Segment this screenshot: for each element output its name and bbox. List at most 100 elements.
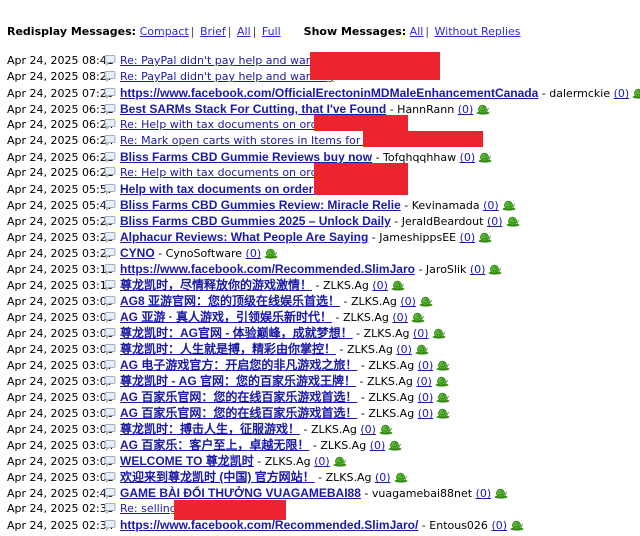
- reply-count-link[interactable]: (0): [360, 423, 376, 436]
- message-bubble-icon: [104, 376, 116, 388]
- message-author: CynoSoftware: [165, 247, 243, 260]
- message-row: Apr 24, 2025 03:06 AG 百家乐官网：您的在线百家乐游戏首选！ …: [7, 389, 640, 405]
- reply-count-link[interactable]: (0): [370, 439, 386, 452]
- reply-count-link[interactable]: (0): [418, 391, 434, 404]
- message-row: Apr 24, 2025 02:38Re: selling -: [7, 501, 640, 517]
- message-title-link[interactable]: 尊龙凯时：人生就是搏，精彩由你掌控！: [120, 342, 336, 356]
- message-date: Apr 24, 2025 06:24: [7, 118, 114, 131]
- message-title-link[interactable]: Help with tax documents on orders: [120, 182, 320, 196]
- message-bubble-icon: [104, 360, 116, 372]
- reply-count-link[interactable]: (0): [372, 279, 388, 292]
- reply-count-link[interactable]: (0): [314, 455, 330, 468]
- message-bubble-icon: [104, 424, 116, 436]
- message-title-link[interactable]: AG 亚游 · 真人游戏，引领娱乐新时代！: [120, 310, 332, 324]
- message-title-link[interactable]: AG8 亚游官网：您的顶级在线娱乐首选！: [120, 294, 340, 308]
- message-bubble-icon: [104, 200, 116, 212]
- message-bubble-icon: [104, 503, 116, 515]
- snail-icon: [394, 472, 408, 483]
- message-author: ZLKS.Ag: [363, 327, 410, 340]
- reply-count-link[interactable]: (0): [396, 343, 412, 356]
- reply-count-link[interactable]: (0): [246, 247, 262, 260]
- message-date: Apr 24, 2025 03:04: [7, 439, 114, 452]
- snail-icon: [510, 520, 524, 531]
- message-row: Apr 24, 2025 03:06 尊龙凯时：搏击人生，征服游戏！ - ZLKS…: [7, 421, 640, 437]
- message-bubble-icon: [104, 248, 116, 260]
- message-title-link[interactable]: WELCOME TO 尊龙凯时: [120, 454, 254, 468]
- message-bubble-icon: [104, 88, 116, 100]
- snail-icon: [415, 344, 429, 355]
- message-title-link[interactable]: Re: Help with tax documents on orders: [120, 166, 335, 179]
- message-title-link[interactable]: 尊龙凯时：搏击人生，征服游戏！: [120, 422, 300, 436]
- snail-icon: [488, 264, 502, 275]
- message-date: Apr 24, 2025 03:03: [7, 455, 114, 468]
- message-bubble-icon: [104, 135, 116, 147]
- message-title-link[interactable]: Best SARMs Stack For Cutting, that I've …: [120, 102, 386, 116]
- message-title-link[interactable]: 尊龙凯时：AG官网 - 体验巅峰，成就梦想！: [120, 326, 353, 340]
- reply-count-link[interactable]: (0): [418, 407, 434, 420]
- reply-count-link[interactable]: (0): [487, 215, 503, 228]
- message-bubble-icon: [104, 296, 116, 308]
- message-row: Apr 24, 2025 03:09 AG 亚游 · 真人游戏，引领娱乐新时代！ …: [7, 309, 640, 325]
- reply-count-link[interactable]: (0): [476, 487, 492, 500]
- redisplay-compact-link[interactable]: Compact: [140, 25, 189, 38]
- redisplay-full-link[interactable]: Full: [262, 25, 281, 38]
- reply-count-link[interactable]: (0): [483, 199, 499, 212]
- reply-count-link[interactable]: (0): [400, 295, 416, 308]
- message-author: ZLKS.Ag: [322, 279, 369, 292]
- message-bubble-icon: [104, 232, 116, 244]
- message-date: Apr 24, 2025 03:08: [7, 327, 114, 340]
- snail-icon: [388, 440, 402, 451]
- message-title-link[interactable]: Re: Mark open carts with stores in Items…: [120, 134, 386, 147]
- message-author: ZLKS.Ag: [342, 311, 389, 324]
- message-title-link[interactable]: Bliss Farms CBD Gummie Reviews buy now: [120, 150, 372, 164]
- message-bubble-icon: [104, 312, 116, 324]
- message-title-link[interactable]: https://www.facebook.com/OfficialErecton…: [120, 86, 538, 100]
- reply-count-link[interactable]: (0): [614, 87, 630, 100]
- message-title-link[interactable]: AG 百家乐官网：您的在线百家乐游戏首选！: [120, 390, 357, 404]
- redisplay-brief-link[interactable]: Brief: [200, 25, 226, 38]
- message-title-link[interactable]: https://www.facebook.com/Recommended.Sli…: [120, 518, 418, 532]
- message-date: Apr 24, 2025 05:57: [7, 183, 114, 196]
- message-title-link[interactable]: GAME BÀI ĐỔI THƯỞNG VUAGAMEBAI88: [120, 486, 361, 500]
- reply-count-link[interactable]: (0): [470, 263, 486, 276]
- reply-count-link[interactable]: (0): [392, 311, 408, 324]
- show-all-link[interactable]: All: [410, 25, 424, 38]
- message-title-link[interactable]: 欢迎来到尊龙凯时 (中国) 官方网站！: [120, 470, 315, 484]
- message-author: ZLKS.Ag: [346, 343, 393, 356]
- message-date: Apr 24, 2025 03:16: [7, 263, 114, 276]
- show-without-replies-link[interactable]: Without Replies: [435, 25, 521, 38]
- message-row: Apr 24, 2025 06:24 Re: Mark open carts wi…: [7, 133, 640, 149]
- reply-count-link[interactable]: (0): [491, 519, 507, 532]
- message-title-link[interactable]: AG 百家乐：客户至上，卓越无限！: [120, 438, 309, 452]
- message-row: Apr 24, 2025 02:48 GAME BÀI ĐỔI THƯỞNG VU…: [7, 485, 640, 501]
- redaction-box: [314, 115, 408, 131]
- message-title-link[interactable]: 尊龙凯时，尽情释放你的游戏激情！: [120, 278, 312, 292]
- message-date: Apr 24, 2025 03:07: [7, 375, 114, 388]
- message-title-link[interactable]: CYNO: [120, 246, 155, 260]
- redisplay-all-link[interactable]: All: [237, 25, 251, 38]
- message-title-link[interactable]: https://www.facebook.com/Recommended.Sli…: [120, 262, 415, 276]
- reply-count-link[interactable]: (0): [416, 375, 432, 388]
- snail-icon: [478, 232, 492, 243]
- message-date: Apr 24, 2025 06:32: [7, 103, 114, 116]
- message-date: Apr 24, 2025 03:09: [7, 295, 114, 308]
- reply-count-link[interactable]: (0): [413, 327, 429, 340]
- reply-count-link[interactable]: (0): [458, 103, 474, 116]
- message-title-link[interactable]: Re: PayPal didn't pay help and warning: [120, 70, 334, 83]
- message-title-link[interactable]: Bliss Farms CBD Gummies 2025 – Unlock Da…: [120, 214, 391, 228]
- message-title-link[interactable]: AG 百家乐官网：您的在线百家乐游戏首选！: [120, 406, 357, 420]
- reply-count-link[interactable]: (0): [375, 471, 391, 484]
- reply-count-link[interactable]: (0): [460, 151, 476, 164]
- message-title-link[interactable]: AG 电子游戏官方：开启您的非凡游戏之旅！: [120, 358, 357, 372]
- message-title-link[interactable]: Bliss Farms CBD Gummies Review: Miracle …: [120, 198, 401, 212]
- message-title-link[interactable]: Alphacur Reviews: What People Are Saying: [120, 230, 368, 244]
- reply-count-link[interactable]: (0): [418, 359, 434, 372]
- message-title-link[interactable]: Re: Help with tax documents on orders: [120, 118, 335, 131]
- redaction-box: [314, 163, 408, 195]
- message-title-link[interactable]: 尊龙凯时 - AG 官网：您的百家乐游戏王牌！: [120, 374, 356, 388]
- message-title-link[interactable]: Re: PayPal didn't pay help and warning: [120, 54, 334, 67]
- message-title-link[interactable]: Re: selling: [120, 502, 177, 515]
- message-row: Apr 24, 2025 03:08 尊龙凯时：AG官网 - 体验巅峰，成就梦想！…: [7, 325, 640, 341]
- reply-count-link[interactable]: (0): [460, 231, 476, 244]
- snail-icon: [502, 200, 516, 211]
